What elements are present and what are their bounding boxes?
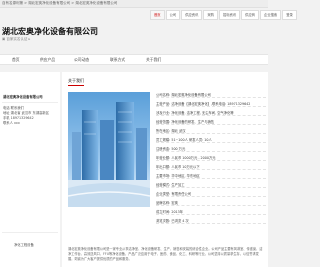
- tab-about[interactable]: 关于我们: [146, 57, 161, 63]
- info-row: 年出口额: 人民币 10万元以下: [156, 164, 266, 170]
- info-row: 年营业额: 人民币 1000万元 - 2000万元: [156, 155, 266, 161]
- tab-news[interactable]: 公司动态: [74, 57, 89, 63]
- tab-contact[interactable]: 联系方式: [110, 57, 125, 63]
- nav-search[interactable]: 企业搜索: [260, 10, 282, 20]
- info-row: 所在地区: 湖北 武汉: [156, 128, 266, 134]
- info-row: 主要市场: 华中地区, 华东地区: [156, 173, 266, 179]
- top-bar: 自有名源利第 > 湖北宏奥净化设备有限公司 > 湖北宏奥净化设备有限公司: [0, 0, 268, 8]
- divider: [2, 102, 58, 103]
- nav-login[interactable]: 登录: [282, 10, 297, 20]
- nav-suppliers[interactable]: 供应商: [241, 10, 260, 20]
- breadcrumb: 自有名源利第 > 湖北宏奥净化设备有限公司 > 湖北宏奥净化设备有限公司: [2, 1, 118, 5]
- site-nav: 首页 公司 供应资讯 采购 招标资讯 供应商 企业搜索 登录: [150, 10, 297, 20]
- company-tabs: 首页 供应产品 公司动态 联系方式 关于我们: [0, 54, 268, 65]
- info-row: 公司名称: 湖北宏奥净化设备有限公司: [156, 92, 266, 98]
- info-row: 主营产品: 洁净设备【湖北宏奥净化】,联系电话: 18971329642: [156, 101, 266, 107]
- nav-company[interactable]: 公司: [165, 10, 181, 20]
- about-panel: 关于我们 公司名称: 湖北宏奥净化设备有限公司 主营产品: 洁净设备【湖北宏奥净…: [62, 72, 268, 267]
- info-row: 经营范围: 净化设备的研发、生产与销售: [156, 119, 266, 125]
- sidebar-category-link[interactable]: 净化工程设备: [14, 242, 34, 247]
- info-row: 企业类型: 有限责任公司: [156, 191, 266, 197]
- nav-supply[interactable]: 供应资讯: [181, 10, 203, 20]
- sidebar-company-name: 湖北宏奥净化设备有限公司: [3, 95, 43, 99]
- nav-home[interactable]: 首页: [150, 10, 165, 20]
- nav-purchase[interactable]: 采购: [203, 10, 218, 20]
- info-row: 浏览次数: 已浏览 4 次: [156, 218, 266, 224]
- company-description: 湖北宏奥净化设备有限公司是一家专业从事洁净室、净化设备研发、生产、销售和安装的综…: [68, 247, 263, 261]
- info-row: 经营模式: 生产加工: [156, 182, 266, 188]
- info-row: 注册资金: 500 万元: [156, 146, 266, 152]
- left-sidebar: 湖北宏奥净化设备有限公司 电话 联系我们 地址 湖北省 武汉市 东湖高新区 手机…: [0, 72, 60, 267]
- section-title: 关于我们: [68, 78, 84, 86]
- info-row: 涉及行业: 净化设备, 洁净工程, 无尘车间, 空气净化等: [156, 110, 266, 116]
- info-row: 成立时间: 2013年: [156, 209, 266, 215]
- info-row: 员工规模: 51~100人 研发人员: 10人: [156, 137, 266, 143]
- company-title: 湖北宏奥净化设备有限公司: [2, 27, 98, 36]
- nav-tender[interactable]: 招标资讯: [218, 10, 241, 20]
- divider: [2, 232, 58, 233]
- sidebar-contact-line: 联系人 xxx: [3, 121, 20, 125]
- company-photo: [68, 92, 150, 207]
- info-row: 品牌名称: 宏奥: [156, 200, 266, 206]
- tab-home[interactable]: 首页: [12, 57, 20, 63]
- verified-badge[interactable]: ▣ 百家实名认证 ▸: [2, 37, 30, 42]
- tab-products[interactable]: 供应产品: [40, 57, 55, 63]
